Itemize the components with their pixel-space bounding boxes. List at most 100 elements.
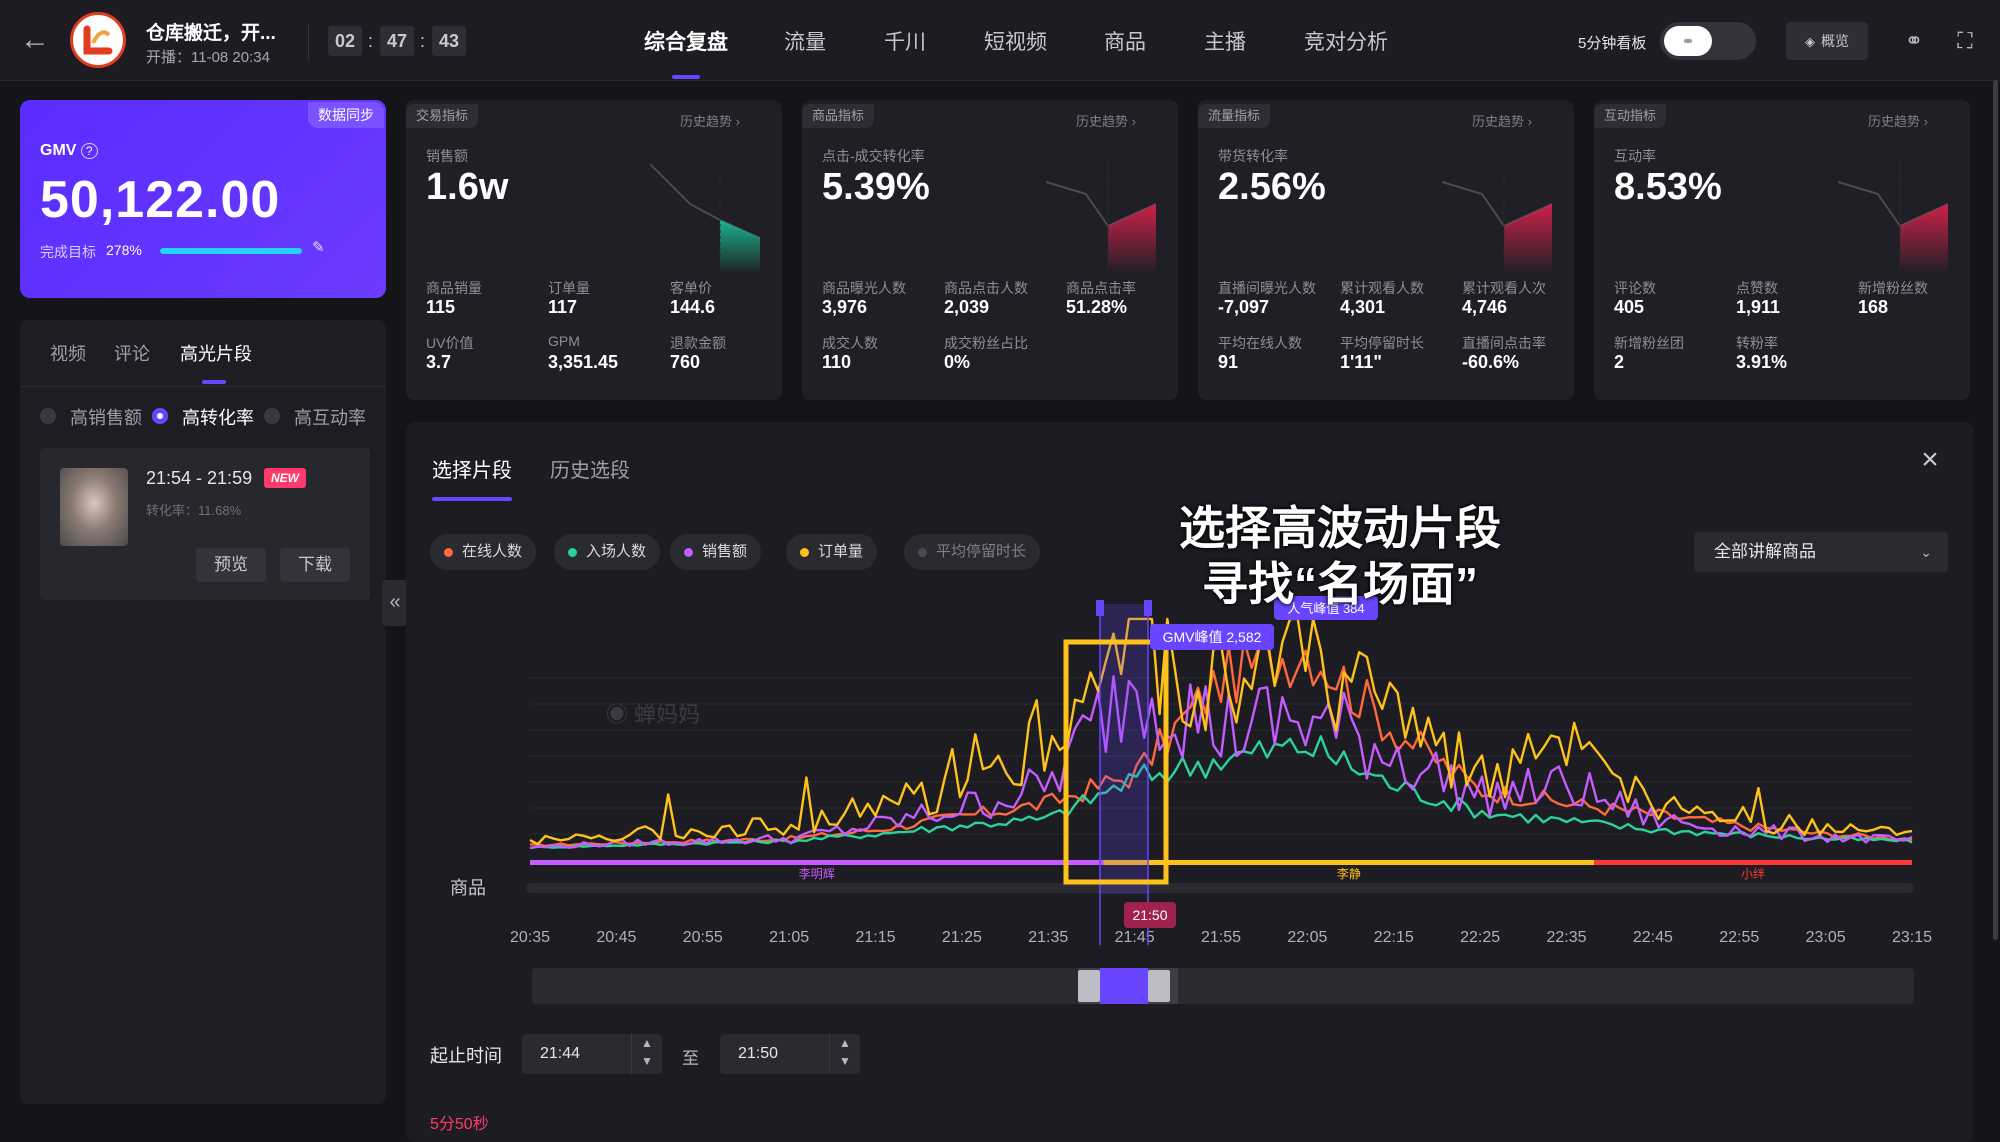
- tab-anchor[interactable]: 主播: [1204, 26, 1246, 56]
- sub-metric-label: 商品点击率: [1066, 280, 1136, 296]
- history-trend-link[interactable]: 历史趋势 ›: [1076, 111, 1136, 130]
- tab-comments[interactable]: 评论: [114, 340, 150, 366]
- fullscreen-icon[interactable]: ⛶: [1952, 28, 1978, 54]
- anchor-label: 李静: [1337, 866, 1361, 881]
- active-tab-indicator: [202, 380, 226, 384]
- tab-short-video[interactable]: 短视频: [984, 26, 1047, 56]
- x-tick-label: 21:35: [1028, 929, 1068, 946]
- product-row-label: 商品: [450, 878, 486, 898]
- series-line: [529, 617, 1913, 846]
- chevron-right-icon: ›: [1527, 114, 1532, 129]
- x-tick-label: 20:35: [510, 929, 550, 946]
- sub-metric-label: UV价值: [426, 335, 474, 351]
- legend-dot: [444, 548, 453, 557]
- sub-metric-label: 订单量: [548, 280, 590, 296]
- edit-icon[interactable]: ✎: [312, 240, 328, 256]
- legend-item[interactable]: 入场人数: [554, 534, 661, 570]
- back-arrow-icon[interactable]: ←: [20, 25, 50, 56]
- overlay-line-2: 寻找“名场面”: [1202, 558, 1478, 610]
- history-trend-link[interactable]: 历史趋势 ›: [680, 111, 740, 130]
- legend-label: 销售额: [702, 543, 748, 560]
- history-trend-link[interactable]: 历史趋势 ›: [1472, 111, 1532, 130]
- tab-overview[interactable]: 综合复盘: [644, 26, 728, 56]
- start-time-input[interactable]: 21:44 ▲ ▼: [522, 1034, 662, 1074]
- divider: [20, 386, 386, 387]
- history-trend-link[interactable]: 历史趋势 ›: [1868, 111, 1928, 130]
- page-scrollbar[interactable]: [1993, 80, 1998, 940]
- anchor-band: [1103, 860, 1595, 865]
- series-line: [529, 638, 1913, 848]
- to-label: 至: [682, 1049, 699, 1068]
- legend-label: 在线人数: [462, 543, 523, 560]
- download-button[interactable]: 下载: [280, 548, 350, 582]
- close-icon[interactable]: ×: [1916, 445, 1944, 475]
- radio-high-sales[interactable]: [40, 408, 56, 424]
- radio-high-interaction[interactable]: [264, 408, 280, 424]
- x-tick-label: 22:15: [1374, 929, 1414, 946]
- legend-item[interactable]: 订单量: [786, 534, 878, 570]
- legend-dot: [918, 548, 927, 557]
- clip-thumbnail[interactable]: [60, 468, 128, 546]
- overview-button[interactable]: ◈ 概览: [1786, 22, 1868, 60]
- sub-metric-value: 168: [1858, 297, 1889, 317]
- tab-video[interactable]: 视频: [50, 340, 86, 366]
- gmv-value: 50,122.00: [40, 171, 281, 229]
- sync-tag[interactable]: 数据同步: [308, 102, 384, 128]
- sub-metric-label: 累计观看人次: [1462, 280, 1546, 296]
- product-select[interactable]: 全部讲解商品 ⌄: [1694, 532, 1948, 572]
- sub-metric-label: 退款金额: [670, 335, 726, 351]
- collapse-icon[interactable]: «: [382, 580, 408, 626]
- tab-products[interactable]: 商品: [1104, 26, 1146, 56]
- x-tick-label: 20:45: [596, 929, 636, 946]
- legend-item[interactable]: 销售额: [670, 534, 762, 570]
- help-icon[interactable]: ?: [80, 143, 98, 159]
- time-range-label: 起止时间: [430, 1046, 502, 1066]
- timer-colon: :: [368, 31, 374, 51]
- filter-high-sales[interactable]: 高销售额: [70, 404, 142, 430]
- legend-item[interactable]: 平均停留时长: [904, 534, 1041, 570]
- x-tick-label: 21:05: [769, 929, 809, 946]
- legend-dot: [568, 548, 577, 557]
- sub-metric-label: 直播间曝光人数: [1218, 280, 1316, 296]
- stepper-icon[interactable]: ▲ ▼: [631, 1034, 662, 1074]
- trend-chart[interactable]: ◉ 蝉妈妈李明辉 李静 小绊商品 20:35 20:45 20:55 21:05 21:15 2…: [406, 580, 1966, 1020]
- anchor-band: [1594, 860, 1912, 865]
- clip-rate: 转化率：11.68%: [146, 503, 242, 518]
- toggle-knob[interactable]: [1664, 26, 1712, 56]
- gmv-label: GMV ?: [40, 142, 98, 160]
- metric-card-tag: 流量指标: [1198, 104, 1271, 128]
- cursor-label: 21:50: [1132, 907, 1167, 923]
- main-metric-label: 带货转化率: [1218, 148, 1288, 164]
- sub-metric-value: 3.7: [426, 352, 452, 372]
- chevron-right-icon: ›: [735, 114, 740, 129]
- sub-metric-label: 商品销量: [426, 280, 482, 296]
- product-track: [526, 883, 1914, 893]
- tab-traffic[interactable]: 流量: [784, 26, 826, 56]
- end-time-input[interactable]: 21:50 ▲ ▼: [720, 1034, 860, 1074]
- tab-history-clips[interactable]: 历史选段: [550, 454, 630, 483]
- tab-select-clip[interactable]: 选择片段: [432, 454, 512, 483]
- sub-metric-label: 新增粉丝团: [1614, 335, 1684, 351]
- overlay-caption: 选择高波动片段 寻找“名场面”: [1160, 500, 1520, 612]
- sub-metric-value: 760: [670, 352, 701, 372]
- tab-competitor[interactable]: 竞对分析: [1304, 26, 1388, 56]
- chevron-down-icon: ⌄: [1920, 544, 1932, 560]
- radio-high-conversion[interactable]: [152, 408, 168, 424]
- tab-qianchuan[interactable]: 千川: [884, 26, 926, 56]
- sub-metric-label: 新增粉丝数: [1858, 280, 1928, 296]
- x-tick-label: 22:55: [1719, 929, 1759, 946]
- sub-metric-label: 平均在线人数: [1218, 335, 1302, 351]
- headset-icon[interactable]: ⚭: [1901, 28, 1927, 54]
- filter-high-interaction[interactable]: 高互动率: [294, 404, 366, 430]
- start-time-value: 21:44: [540, 1045, 581, 1062]
- legend-item[interactable]: 在线人数: [430, 534, 537, 570]
- stepper-icon[interactable]: ▲ ▼: [829, 1034, 860, 1074]
- anchor-label: 小绊: [1741, 867, 1765, 881]
- tab-highlights[interactable]: 高光片段: [180, 340, 252, 366]
- sub-metric-label: GPM: [548, 333, 580, 349]
- preview-button[interactable]: 预览: [196, 548, 266, 582]
- sub-metric-value: 1,911: [1736, 297, 1781, 317]
- selection-handle: [1096, 600, 1104, 616]
- sub-metric-label: 成交粉丝占比: [944, 335, 1028, 351]
- filter-high-conversion[interactable]: 高转化率: [182, 404, 254, 430]
